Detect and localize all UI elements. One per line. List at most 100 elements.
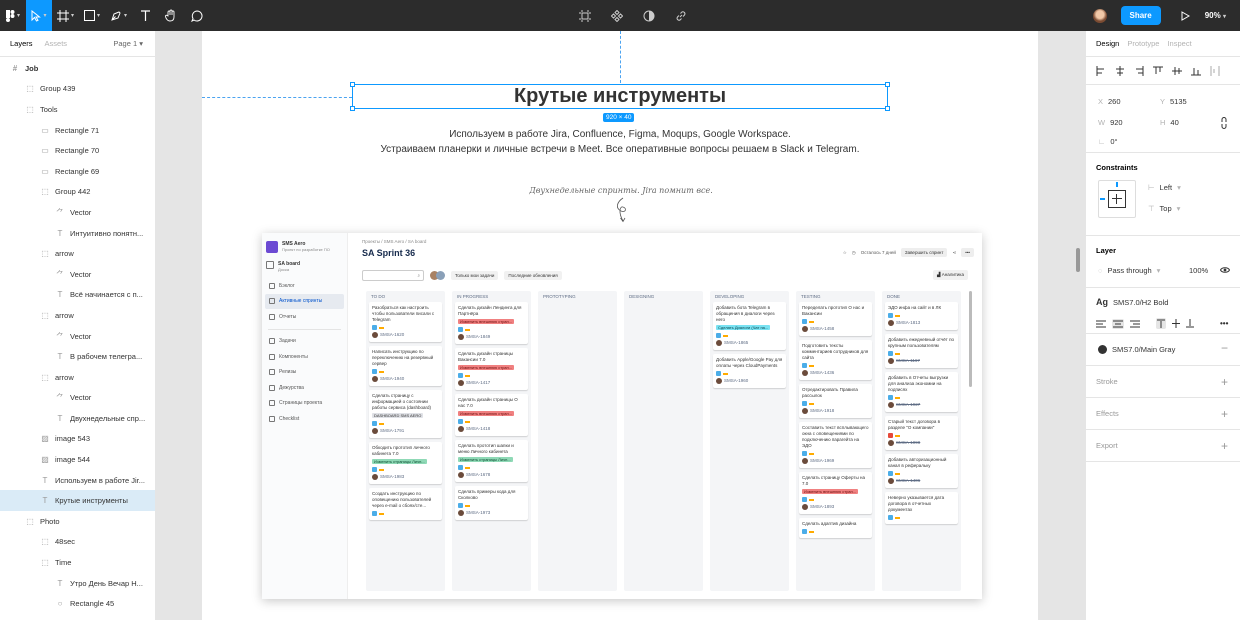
resize-handle[interactable] bbox=[350, 82, 355, 87]
layer-row[interactable]: T Утро День Вечар Н... bbox=[0, 573, 155, 594]
canvas[interactable]: Крутые инструменты 920 × 40 Используем в… bbox=[156, 31, 1085, 620]
text-align-top-button[interactable] bbox=[1156, 318, 1166, 329]
layer-row[interactable]: ⬚ arrow bbox=[0, 305, 155, 326]
layer-row[interactable]: ⺈ Vector bbox=[0, 326, 155, 347]
layer-row[interactable]: ⬚ Group 439 bbox=[0, 79, 155, 100]
layer-row[interactable]: ⬚ Time bbox=[0, 552, 155, 573]
distribute-icon[interactable] bbox=[1210, 66, 1220, 76]
issue-summary: Отредактировать Правила рассылок bbox=[802, 387, 858, 398]
align-right-icon[interactable] bbox=[1134, 66, 1144, 76]
layer-row[interactable]: ⬚ Photo bbox=[0, 511, 155, 532]
canvas-scrollbar[interactable] bbox=[1076, 248, 1080, 272]
layer-row[interactable]: # Job bbox=[0, 58, 155, 79]
layer-row[interactable]: ▨ image 544 bbox=[0, 449, 155, 470]
rotation-input[interactable]: 0° bbox=[1110, 137, 1117, 146]
user-avatar[interactable] bbox=[1092, 8, 1107, 23]
align-left-icon[interactable] bbox=[1096, 66, 1106, 76]
resize-handle[interactable] bbox=[885, 82, 890, 87]
pen-tool-button[interactable]: ▾ bbox=[105, 0, 132, 31]
layer-row[interactable]: T Интуитивно понятн... bbox=[0, 223, 155, 244]
jira-screenshot-image[interactable]: SMS Aero Проект по разработке ПО SA boar… bbox=[262, 233, 982, 599]
add-effect-icon[interactable]: + bbox=[1221, 407, 1228, 421]
width-input[interactable]: 920 bbox=[1110, 118, 1123, 127]
text-align-center-button[interactable] bbox=[1112, 318, 1124, 329]
text-align-right-icon[interactable] bbox=[1130, 320, 1140, 328]
move-tool-button[interactable]: ▾ bbox=[26, 0, 52, 31]
issue-summary: Написать инструкцию по переключению на р… bbox=[372, 349, 434, 366]
text-style-name[interactable]: SMS7.0/H2 Bold bbox=[1113, 298, 1168, 307]
layer-row[interactable]: T В рабочем телегра... bbox=[0, 346, 155, 367]
hero-subtitle[interactable]: Используем в работе Jira, Confluence, Fi… bbox=[256, 127, 984, 157]
selection-box[interactable] bbox=[350, 82, 890, 111]
shape-tool-button[interactable]: ▾ bbox=[79, 0, 105, 31]
layer-row[interactable]: ⬚ Group 442 bbox=[0, 182, 155, 203]
tab-assets[interactable]: Assets bbox=[45, 39, 68, 48]
mask-button[interactable] bbox=[636, 0, 662, 31]
components-button[interactable] bbox=[572, 0, 598, 31]
layer-row[interactable]: ○ Rectangle 45 bbox=[0, 593, 155, 614]
layer-row[interactable]: T Всё начинается с п... bbox=[0, 285, 155, 306]
layer-row[interactable]: ⬚ arrow bbox=[0, 367, 155, 388]
y-input[interactable]: 5135 bbox=[1170, 97, 1187, 106]
layer-row[interactable]: ▨ image 543 bbox=[0, 429, 155, 450]
layer-row[interactable]: ⬚ 48sec bbox=[0, 532, 155, 553]
add-stroke-icon[interactable]: + bbox=[1221, 375, 1228, 389]
ellipse-icon: ○ bbox=[57, 599, 63, 609]
resize-handle[interactable] bbox=[350, 106, 355, 111]
constrain-proportions-icon[interactable] bbox=[1221, 117, 1227, 129]
text-tool-button[interactable] bbox=[132, 0, 158, 31]
frame-tool-button[interactable]: ▾ bbox=[52, 0, 79, 31]
fill-style-name[interactable]: SMS7.0/Main Gray bbox=[1112, 345, 1175, 354]
tab-layers[interactable]: Layers bbox=[10, 39, 33, 48]
opacity-input[interactable]: 100% bbox=[1189, 266, 1208, 275]
constraint-vertical[interactable]: Top bbox=[1160, 204, 1172, 213]
present-button[interactable] bbox=[1173, 0, 1199, 31]
issue-key: SMSA-1969 bbox=[810, 458, 835, 463]
link-button[interactable] bbox=[668, 0, 694, 31]
page-selector[interactable]: Page 1 ▾ bbox=[113, 39, 143, 48]
handwritten-note[interactable]: Двухнедельные спринты. Jira помнит все. bbox=[496, 186, 746, 195]
fill-swatch[interactable] bbox=[1098, 345, 1107, 354]
layer-row[interactable]: ⺈ Vector bbox=[0, 202, 155, 223]
hand-tool-button[interactable] bbox=[158, 0, 184, 31]
tab-prototype[interactable]: Prototype bbox=[1127, 39, 1159, 48]
layer-row[interactable]: ▭ Rectangle 70 bbox=[0, 140, 155, 161]
layer-name: Vector bbox=[70, 207, 92, 217]
layer-row[interactable]: ⺈ Vector bbox=[0, 264, 155, 285]
layer-row[interactable]: ⬚ arrow bbox=[0, 243, 155, 264]
align-center-h-icon[interactable] bbox=[1115, 66, 1125, 76]
x-input[interactable]: 260 bbox=[1108, 97, 1121, 106]
share-button[interactable]: Share bbox=[1120, 6, 1161, 25]
tab-inspect[interactable]: Inspect bbox=[1167, 39, 1191, 48]
layer-row[interactable]: T Крутые инструменты bbox=[0, 490, 155, 512]
layer-row[interactable]: ⬚ Tools bbox=[0, 99, 155, 120]
layer-row[interactable]: ▭ Rectangle 71 bbox=[0, 120, 155, 141]
text-align-left-icon[interactable] bbox=[1096, 320, 1106, 328]
resize-handle[interactable] bbox=[885, 106, 890, 111]
eye-icon[interactable] bbox=[1220, 266, 1230, 274]
height-input[interactable]: 40 bbox=[1170, 118, 1178, 127]
align-middle-icon[interactable] bbox=[1172, 319, 1180, 328]
layer-row[interactable]: T Используем в работе Jir... bbox=[0, 470, 155, 491]
assignee-avatar bbox=[888, 478, 894, 484]
comment-tool-button[interactable] bbox=[184, 0, 210, 31]
main-menu-button[interactable]: ▾ bbox=[0, 0, 26, 31]
w-label: W bbox=[1098, 118, 1106, 127]
more-options-icon[interactable]: ••• bbox=[1220, 319, 1228, 328]
jira-nav-item: Задачи bbox=[265, 334, 344, 350]
zoom-dropdown[interactable]: 90% ▾ bbox=[1205, 11, 1226, 20]
layer-row[interactable]: ⺈ Vector bbox=[0, 388, 155, 409]
align-center-v-icon[interactable] bbox=[1172, 66, 1182, 76]
align-bottom-icon[interactable] bbox=[1186, 319, 1194, 328]
constraint-horizontal[interactable]: Left bbox=[1160, 183, 1173, 192]
blend-mode-select[interactable]: Pass through bbox=[1107, 266, 1151, 275]
remove-fill-icon[interactable]: − bbox=[1221, 341, 1228, 355]
layer-row[interactable]: ▭ Rectangle 69 bbox=[0, 161, 155, 182]
create-component-button[interactable] bbox=[604, 0, 630, 31]
tab-design[interactable]: Design bbox=[1096, 39, 1119, 48]
constraints-widget[interactable] bbox=[1098, 180, 1136, 218]
align-top-icon[interactable] bbox=[1153, 66, 1163, 76]
layer-row[interactable]: T Двухнедельные спр... bbox=[0, 408, 155, 429]
align-bottom-icon[interactable] bbox=[1191, 66, 1201, 76]
add-export-icon[interactable]: + bbox=[1221, 439, 1228, 453]
